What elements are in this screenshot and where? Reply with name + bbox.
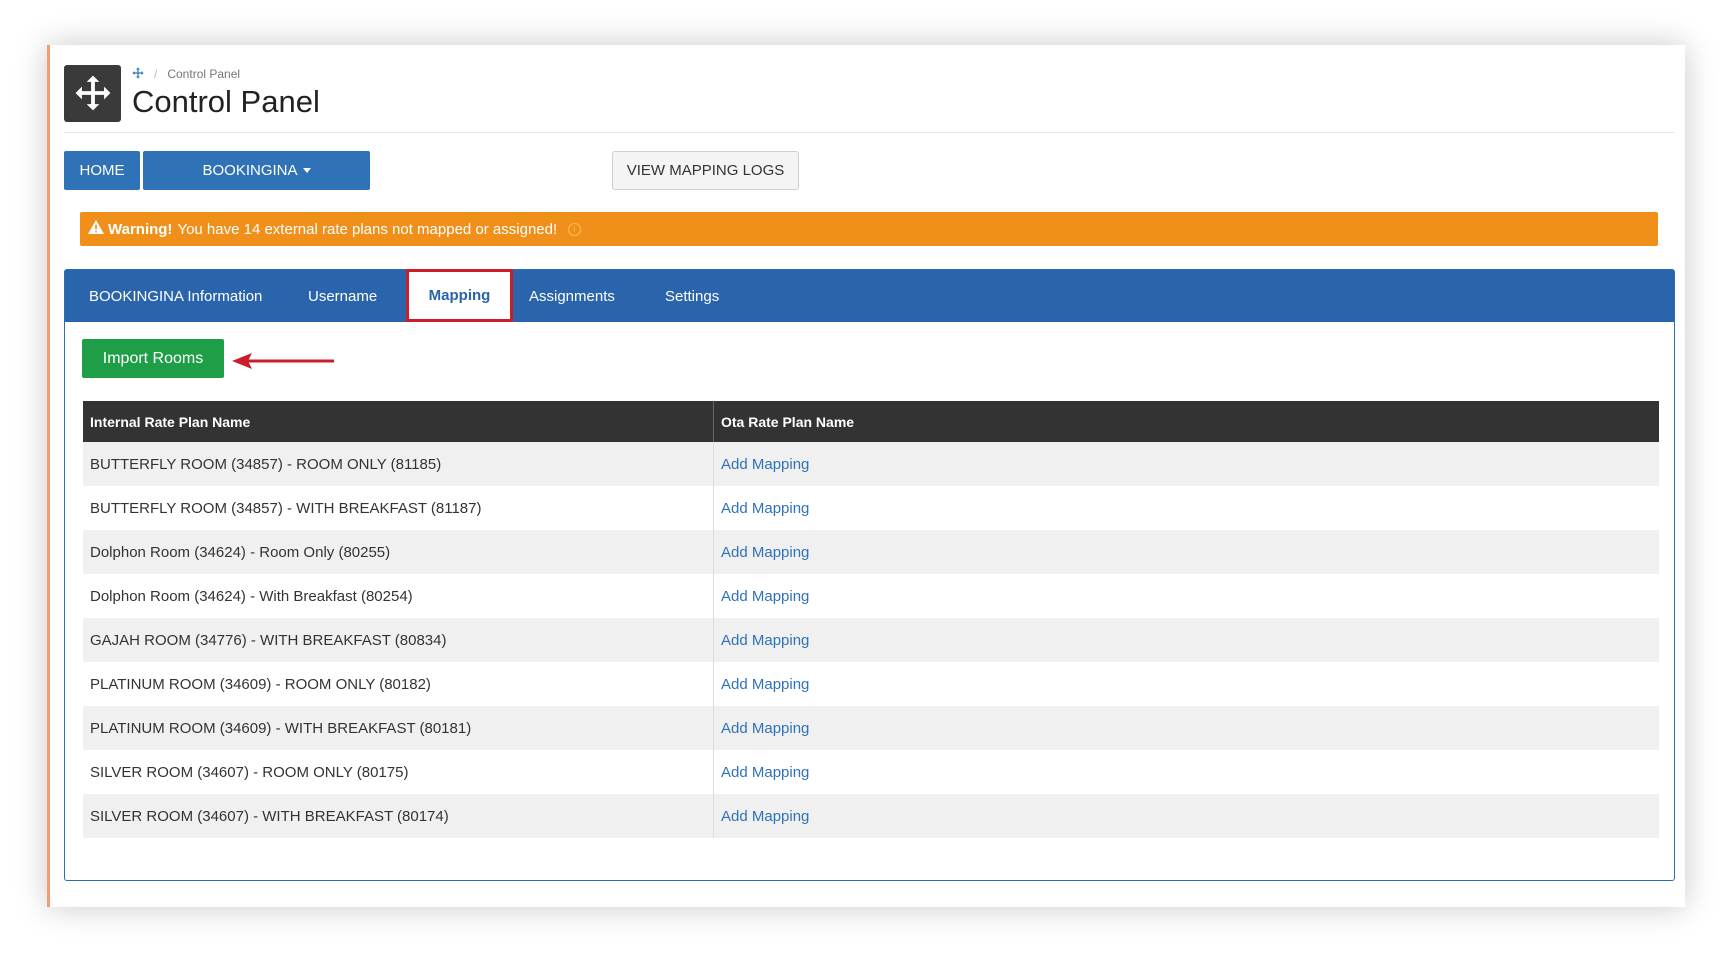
table-header-row: Internal Rate Plan Name Ota Rate Plan Na… (83, 401, 1659, 442)
import-rooms-button[interactable]: Import Rooms (82, 339, 224, 378)
add-mapping-link[interactable]: Add Mapping (721, 632, 809, 649)
breadcrumb-current: Control Panel (167, 67, 241, 81)
internal-rate-plan-name: PLATINUM ROOM (34609) - WITH BREAKFAST (… (83, 706, 714, 750)
bookingina-label: BOOKINGINA (202, 162, 298, 179)
table-row: Dolphon Room (34624) - With Breakfast (8… (83, 574, 1659, 618)
tab-username[interactable]: Username (308, 270, 377, 322)
internal-rate-plan-name: Dolphon Room (34624) - With Breakfast (8… (83, 574, 714, 618)
internal-rate-plan-name: SILVER ROOM (34607) - WITH BREAKFAST (80… (83, 794, 714, 838)
rate-plan-table: Internal Rate Plan Name Ota Rate Plan Na… (83, 401, 1659, 838)
table-row: SILVER ROOM (34607) - ROOM ONLY (80175) … (83, 750, 1659, 794)
home-button[interactable]: HOME (64, 151, 140, 190)
table-row: GAJAH ROOM (34776) - WITH BREAKFAST (808… (83, 618, 1659, 662)
internal-rate-plan-name: BUTTERFLY ROOM (34857) - WITH BREAKFAST … (83, 486, 714, 530)
add-mapping-link[interactable]: Add Mapping (721, 588, 809, 605)
column-header-ota: Ota Rate Plan Name (713, 401, 1659, 442)
internal-rate-plan-name: SILVER ROOM (34607) - ROOM ONLY (80175) (83, 750, 714, 794)
table-row: Dolphon Room (34624) - Room Only (80255)… (83, 530, 1659, 574)
info-icon[interactable]: i (568, 222, 582, 236)
view-mapping-logs-button[interactable]: VIEW MAPPING LOGS (612, 151, 799, 190)
internal-rate-plan-name: GAJAH ROOM (34776) - WITH BREAKFAST (808… (83, 618, 714, 662)
internal-rate-plan-name: Dolphon Room (34624) - Room Only (80255) (83, 530, 714, 574)
left-arrow-icon (230, 351, 340, 376)
tab-assignments[interactable]: Assignments (529, 270, 615, 322)
warning-triangle-icon (88, 220, 104, 238)
table-row: PLATINUM ROOM (34609) - ROOM ONLY (80182… (83, 662, 1659, 706)
add-mapping-link[interactable]: Add Mapping (721, 764, 809, 781)
add-mapping-link[interactable]: Add Mapping (721, 676, 809, 693)
tab-mapping[interactable]: Mapping (406, 269, 513, 322)
breadcrumb-move-icon[interactable] (132, 67, 144, 82)
breadcrumb: / Control Panel (132, 67, 320, 82)
table-row: SILVER ROOM (34607) - WITH BREAKFAST (80… (83, 794, 1659, 838)
add-mapping-link[interactable]: Add Mapping (721, 544, 809, 561)
add-mapping-link[interactable]: Add Mapping (721, 808, 809, 825)
internal-rate-plan-name: BUTTERFLY ROOM (34857) - ROOM ONLY (8118… (83, 442, 714, 486)
page-title: Control Panel (132, 83, 320, 119)
bookingina-dropdown-button[interactable]: BOOKINGINA (143, 151, 370, 190)
add-mapping-link[interactable]: Add Mapping (721, 456, 809, 473)
warning-title: Warning! (108, 220, 173, 238)
add-mapping-link[interactable]: Add Mapping (721, 500, 809, 517)
header-divider (64, 132, 1674, 133)
move-icon (64, 64, 121, 122)
tab-settings[interactable]: Settings (665, 270, 719, 322)
add-mapping-link[interactable]: Add Mapping (721, 720, 809, 737)
breadcrumb-separator: / (154, 67, 158, 81)
table-row: BUTTERFLY ROOM (34857) - WITH BREAKFAST … (83, 486, 1659, 530)
column-header-internal: Internal Rate Plan Name (83, 401, 714, 442)
page-header: / Control Panel Control Panel (64, 64, 320, 122)
table-row: PLATINUM ROOM (34609) - WITH BREAKFAST (… (83, 706, 1659, 750)
warning-message: You have 14 external rate plans not mapp… (177, 220, 558, 238)
tab-bookingina-information[interactable]: BOOKINGINA Information (89, 270, 262, 322)
caret-down-icon (302, 168, 311, 173)
warning-alert: Warning! You have 14 external rate plans… (80, 212, 1658, 246)
table-row: BUTTERFLY ROOM (34857) - ROOM ONLY (8118… (83, 442, 1659, 486)
tab-bar: BOOKINGINA Information Username Mapping … (65, 269, 1674, 322)
internal-rate-plan-name: PLATINUM ROOM (34609) - ROOM ONLY (80182… (83, 662, 714, 706)
